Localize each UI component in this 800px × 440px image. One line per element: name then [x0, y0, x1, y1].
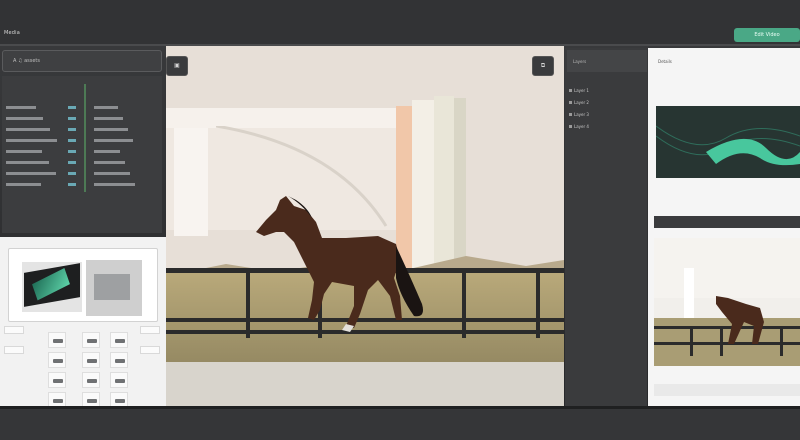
video-preview[interactable]	[166, 46, 564, 406]
filter-chip[interactable]	[140, 326, 160, 334]
file-row[interactable]	[6, 128, 156, 132]
search-input-text: A ♫ assets	[13, 58, 40, 64]
fence-post	[536, 268, 540, 338]
cta-button[interactable]: Edit Video	[734, 28, 800, 42]
horse-illustration	[256, 196, 423, 332]
file-list-panel	[2, 76, 162, 233]
details-title: Details	[658, 59, 672, 64]
layer-label: Layer 3	[574, 112, 589, 117]
asset-tile[interactable]	[110, 332, 128, 348]
layer-item[interactable]: Layer 1	[569, 88, 589, 93]
layers-title: Layers	[573, 59, 587, 64]
image-icon[interactable]: ⧉	[532, 56, 554, 76]
file-row[interactable]	[6, 117, 156, 121]
filter-chip[interactable]	[4, 326, 24, 334]
asset-tile[interactable]	[82, 372, 100, 388]
search-input[interactable]: A ♫ assets	[2, 50, 162, 72]
scene-floor	[166, 362, 564, 406]
wave-thumbnail[interactable]	[656, 106, 800, 178]
asset-tile[interactable]	[82, 352, 100, 368]
asset-tile[interactable]	[48, 352, 66, 368]
file-row[interactable]	[6, 172, 156, 176]
file-row[interactable]	[6, 183, 156, 187]
top-toolbar: Media Edit Video	[0, 0, 800, 46]
scene-pillar	[174, 128, 208, 236]
app-title: Media	[4, 30, 21, 36]
asset-tile[interactable]	[48, 332, 66, 348]
asset-tile[interactable]	[110, 372, 128, 388]
asset-tile[interactable]	[110, 352, 128, 368]
layers-panel: Layers Layer 1 Layer 2 Layer 3 Layer 4	[565, 48, 647, 406]
file-row[interactable]	[6, 139, 156, 143]
filter-chip[interactable]	[4, 346, 24, 354]
machine-thumbnail[interactable]	[86, 260, 142, 316]
app-window: Media Edit Video A ♫ assets Library	[0, 0, 800, 440]
layer-label: Layer 4	[574, 124, 589, 129]
asset-tile[interactable]	[48, 372, 66, 388]
layer-item[interactable]: Layer 2	[569, 100, 589, 105]
frame-icon[interactable]: ▣	[166, 56, 188, 76]
file-row[interactable]	[6, 161, 156, 165]
layer-label: Layer 2	[574, 100, 589, 105]
wave-graphic	[656, 125, 800, 166]
file-row[interactable]	[6, 106, 156, 110]
thumbnail-caption	[654, 384, 800, 396]
horse-thumbnail[interactable]	[654, 238, 800, 366]
file-row[interactable]	[6, 150, 156, 154]
fence-post	[462, 268, 466, 338]
asset-tile[interactable]	[82, 332, 100, 348]
layer-item[interactable]: Layer 4	[569, 124, 589, 129]
layer-label: Layer 1	[574, 88, 589, 93]
scene-beam	[166, 108, 396, 128]
horse-thumbnail-graphic	[654, 238, 800, 366]
layer-item[interactable]: Layer 3	[569, 112, 589, 117]
layers-header: Layers	[567, 50, 647, 72]
details-bar	[654, 216, 800, 228]
bottom-bar	[0, 406, 800, 440]
filter-chip[interactable]	[140, 346, 160, 354]
